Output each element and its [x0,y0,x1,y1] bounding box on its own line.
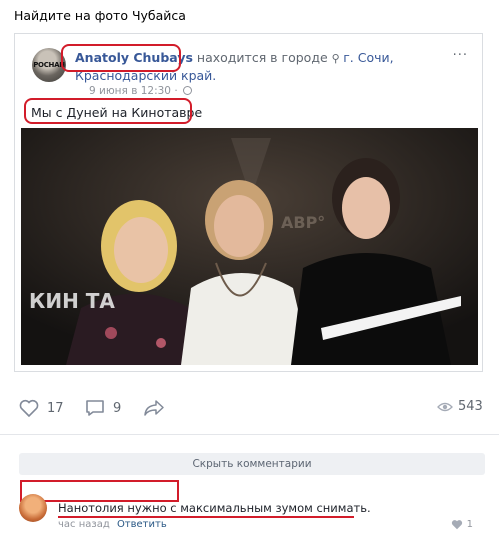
like-button[interactable]: 17 [19,399,64,417]
hide-comments-button[interactable]: Скрыть комментарии [19,453,485,475]
reply-link[interactable]: Ответить [117,519,167,530]
share-button[interactable] [143,399,165,417]
more-options-icon[interactable]: ··· [453,48,468,63]
post-text: Найдите на фото Чубайса [14,8,186,23]
comment-like-button[interactable]: 1 [451,519,473,530]
photo-illustration: КИН ТА АВР° [21,128,478,365]
eye-icon [437,402,453,411]
caption-highlight [24,98,192,124]
views-count: 543 [458,399,483,414]
photo-text-right: АВР° [281,213,325,232]
post-photo[interactable]: КИН ТА АВР° [21,128,478,365]
location-prefix: находится в городе [192,50,332,65]
commenter-avatar[interactable] [19,494,47,522]
post-date: 9 июня в 12:30 · [89,85,193,97]
comment-button[interactable]: 9 [85,399,121,417]
comment-heart-icon [451,520,462,530]
comment-underline [58,516,354,518]
heart-icon [19,399,39,417]
comment-count: 9 [113,400,122,416]
globe-icon [183,86,193,95]
share-icon [144,400,164,416]
date-text[interactable]: 9 июня в 12:30 · [89,85,178,97]
author-highlight [61,44,181,72]
like-count: 17 [47,400,64,416]
photo-text-left: КИН ТА [29,289,115,313]
views-indicator: 543 [437,399,483,414]
comment-icon [86,400,104,416]
comment-text: Нанотолия нужно с максимальным зумом сни… [58,501,371,515]
location-pin-icon: ⚲ [331,52,344,65]
post-actions: 17 9 543 [0,395,499,425]
comment-time[interactable]: час назад [58,519,110,530]
comment-like-count: 1 [466,519,473,530]
divider [0,434,499,435]
comment-meta: час назад Ответить [58,519,167,530]
shared-post: РОСНАН Anatoly Chubays находится в город… [14,33,483,372]
